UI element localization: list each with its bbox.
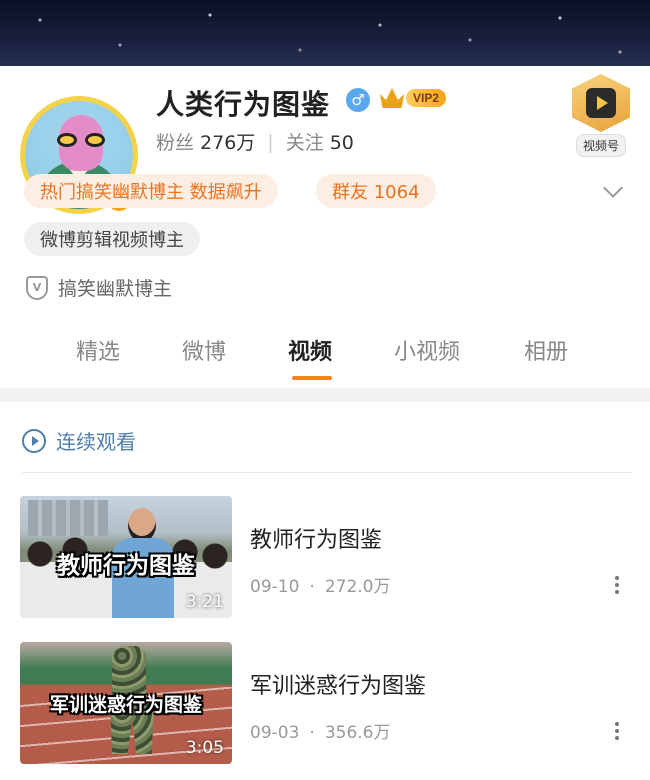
video-channel-icon	[572, 74, 630, 132]
profile-tabs: 精选 微博 视频 小视频 相册	[0, 334, 650, 386]
video-channel-button[interactable]: 视频号	[568, 74, 634, 166]
following-label: 关注	[285, 132, 324, 154]
category-tag[interactable]: 微博剪辑视频博主	[24, 222, 200, 256]
video-meta: 09-10 · 272.0万	[250, 577, 391, 597]
list-divider	[22, 472, 632, 473]
fans-count: 276万	[200, 132, 256, 154]
following-count: 50	[329, 132, 354, 154]
more-options-icon[interactable]	[610, 574, 624, 596]
tab-short-videos[interactable]: 小视频	[394, 334, 460, 366]
video-views: 272.0万	[324, 577, 391, 597]
video-duration: 3:21	[185, 592, 224, 612]
hot-blogger-tag[interactable]: 热门搞笑幽默博主 数据飙升	[24, 174, 278, 208]
tab-videos[interactable]: 视频	[288, 334, 332, 366]
video-item[interactable]: 教师行为图鉴 3:21 教师行为图鉴 09-10 · 272.0万	[20, 496, 632, 620]
more-options-icon[interactable]	[610, 720, 624, 742]
vip-level-label: VIP2	[406, 89, 447, 107]
tab-album[interactable]: 相册	[524, 334, 568, 366]
video-thumbnail[interactable]: 教师行为图鉴 3:21	[20, 496, 232, 618]
profile-cover-banner[interactable]	[0, 0, 650, 70]
crown-icon	[380, 88, 404, 108]
profile-nickname: 人类行为图鉴	[156, 88, 331, 121]
video-date: 09-10	[250, 577, 300, 597]
video-title[interactable]: 军训迷惑行为图鉴	[250, 668, 426, 700]
video-date: 09-03	[250, 723, 300, 743]
following-stat[interactable]: 关注 50	[286, 128, 354, 155]
shield-icon: V	[26, 275, 48, 300]
video-item[interactable]: 军训迷惑行为图鉴 3:05 军训迷惑行为图鉴 09-03 · 356.6万	[20, 642, 632, 766]
certification-row[interactable]: V 搞笑幽默博主	[26, 274, 172, 301]
chevron-down-icon[interactable]	[600, 180, 626, 202]
video-channel-label: 视频号	[575, 134, 626, 157]
stats-divider: |	[267, 130, 274, 153]
fans-label: 粉丝	[156, 132, 195, 154]
continuous-play-label: 连续观看	[56, 430, 136, 454]
certification-label: 搞笑幽默博主	[58, 278, 173, 300]
fans-stat[interactable]: 粉丝 276万	[156, 128, 255, 155]
continuous-play-button[interactable]: 连续观看	[22, 426, 136, 455]
video-duration: 3:05	[185, 738, 224, 758]
video-meta: 09-03 · 356.6万	[250, 723, 391, 743]
male-gender-icon: ♂	[346, 88, 370, 112]
thumbnail-caption: 军训迷惑行为图鉴	[49, 694, 202, 716]
section-divider	[0, 388, 650, 402]
video-views: 356.6万	[324, 723, 391, 743]
tab-featured[interactable]: 精选	[76, 334, 120, 366]
active-tab-indicator	[292, 376, 332, 380]
fan-group-tag[interactable]: 群友 1064	[316, 174, 436, 208]
profile-stats: 粉丝 276万 | 关注 50	[156, 128, 354, 155]
video-thumbnail[interactable]: 军训迷惑行为图鉴 3:05	[20, 642, 232, 764]
video-title[interactable]: 教师行为图鉴	[250, 522, 382, 554]
vip-badge[interactable]: VIP2	[380, 87, 447, 109]
profile-card: V 人类行为图鉴 ♂ VIP2 粉丝276万 | 关注50 视频号 热门搞笑幽默…	[0, 66, 650, 386]
thumbnail-caption: 教师行为图鉴	[57, 553, 195, 579]
tab-weibo[interactable]: 微博	[182, 334, 226, 366]
play-circle-icon	[22, 428, 46, 453]
